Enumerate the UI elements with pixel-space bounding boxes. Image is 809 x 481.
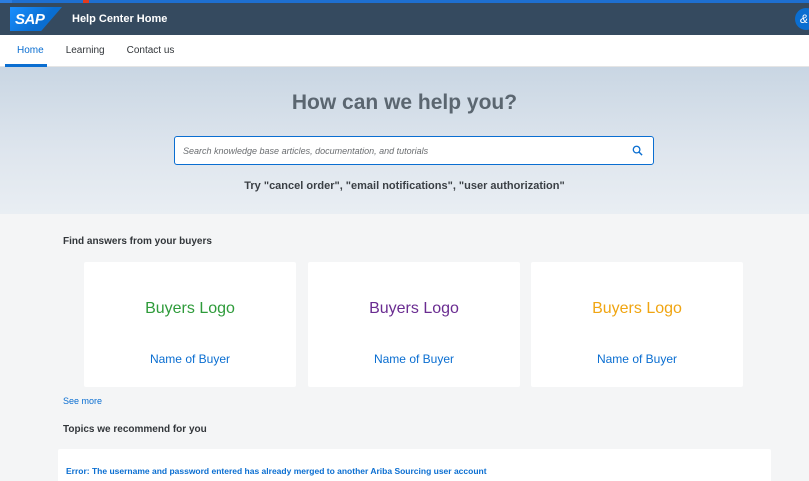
buyer-card[interactable]: Buyers Logo Name of Buyer bbox=[531, 262, 743, 387]
search-box[interactable] bbox=[174, 136, 654, 165]
buyer-name[interactable]: Name of Buyer bbox=[84, 352, 296, 366]
hero-banner: How can we help you? Try "cancel order",… bbox=[0, 67, 809, 214]
shell-bar: SAP Help Center Home & bbox=[0, 3, 809, 35]
buyer-logo: Buyers Logo bbox=[592, 300, 682, 317]
shell-title[interactable]: Help Center Home bbox=[72, 13, 167, 25]
tab-learning[interactable]: Learning bbox=[66, 35, 105, 67]
search-input[interactable] bbox=[175, 137, 627, 164]
buyer-card[interactable]: Buyers Logo Name of Buyer bbox=[84, 262, 296, 387]
user-avatar-icon[interactable]: & bbox=[795, 8, 809, 30]
app-frame: SAP Help Center Home & Home Learning Con… bbox=[0, 3, 809, 481]
sap-logo[interactable]: SAP bbox=[10, 7, 62, 31]
search-hint: Try "cancel order", "email notifications… bbox=[244, 180, 565, 192]
buyer-name[interactable]: Name of Buyer bbox=[531, 352, 743, 366]
topic-link[interactable]: Error: The username and password entered… bbox=[66, 466, 487, 476]
hero-title: How can we help you? bbox=[291, 91, 518, 114]
topic-item[interactable]: Error: The username and password entered… bbox=[58, 449, 771, 481]
tab-bar: Home Learning Contact us bbox=[0, 35, 809, 67]
buyer-logo: Buyers Logo bbox=[369, 300, 459, 317]
buyers-section-title: Find answers from your buyers bbox=[63, 236, 212, 247]
topics-section-title: Topics we recommend for you bbox=[63, 424, 207, 435]
tab-home[interactable]: Home bbox=[5, 35, 47, 67]
buyer-logo: Buyers Logo bbox=[145, 300, 235, 317]
search-icon[interactable] bbox=[627, 141, 647, 161]
buyer-name[interactable]: Name of Buyer bbox=[308, 352, 520, 366]
see-more-link[interactable]: See more bbox=[63, 396, 102, 406]
buyer-card[interactable]: Buyers Logo Name of Buyer bbox=[308, 262, 520, 387]
tab-contact-us[interactable]: Contact us bbox=[127, 35, 175, 67]
